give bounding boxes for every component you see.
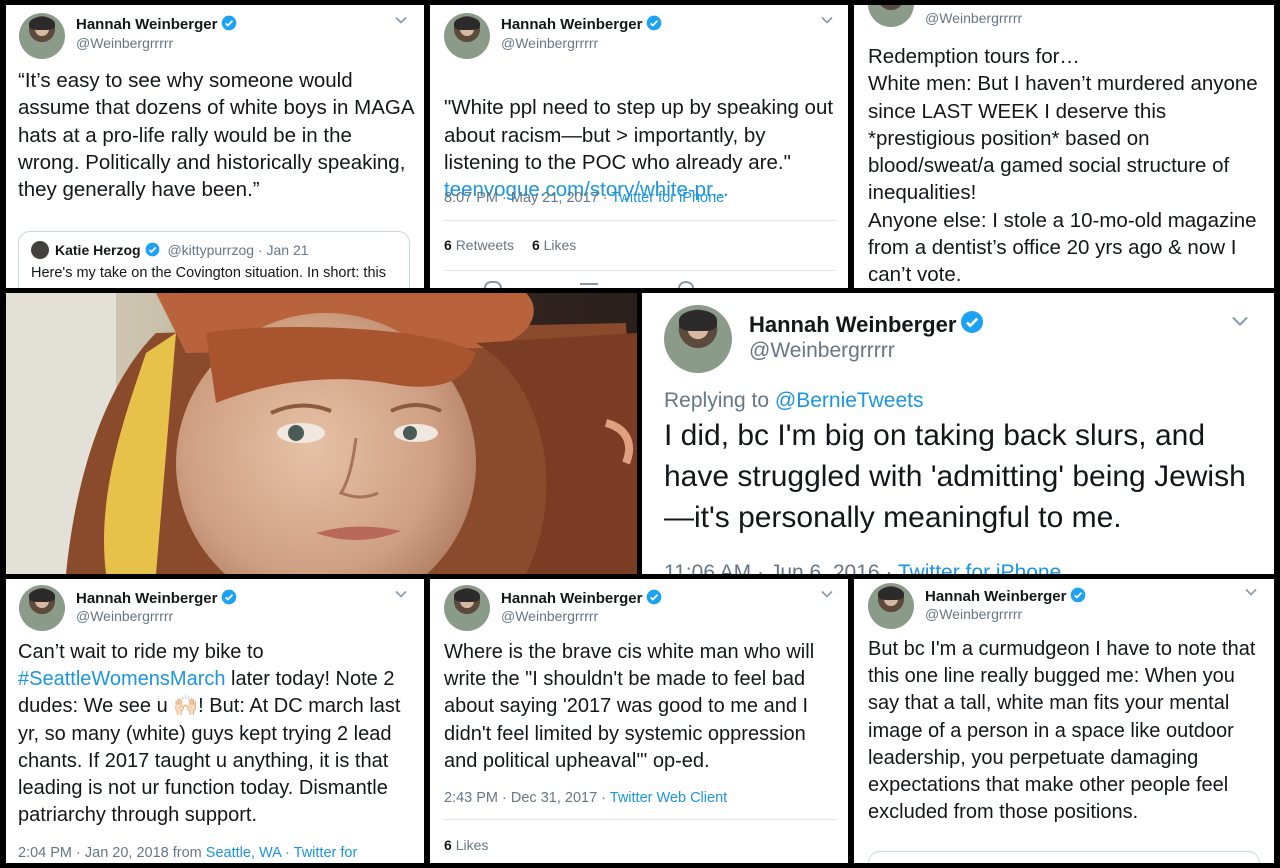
tweet-quote-text: "White ppl need to step up by speaking o… bbox=[444, 96, 834, 174]
quoted-author-name: Katie Herzog bbox=[55, 242, 141, 258]
quoted-avatar bbox=[31, 241, 49, 259]
retweets-count[interactable]: 6 bbox=[444, 237, 452, 253]
likes-count[interactable]: 6 bbox=[532, 237, 540, 253]
tweet-meta: 2:04 PM · Jan 20, 2018 from Seattle, WA … bbox=[18, 845, 357, 861]
author-handle[interactable]: @Weinbergrrrrr bbox=[501, 608, 598, 624]
verified-icon bbox=[647, 589, 662, 605]
verified-icon bbox=[1071, 587, 1086, 603]
avatar[interactable] bbox=[444, 13, 490, 59]
tweet-panel-4: Hannah Weinberger @Weinbergrrrrr Replyin… bbox=[642, 293, 1274, 574]
avatar[interactable] bbox=[868, 583, 914, 629]
verified-icon bbox=[961, 311, 984, 333]
avatar[interactable] bbox=[664, 305, 732, 373]
author-handle[interactable]: @Weinbergrrrrr bbox=[501, 35, 598, 51]
tweet-text: “It’s easy to see why someone would assu… bbox=[18, 69, 414, 202]
embedded-card[interactable] bbox=[868, 851, 1260, 863]
replying-prefix: Replying to bbox=[664, 389, 775, 412]
author-name[interactable]: Hannah Weinberger bbox=[749, 310, 984, 338]
like-icon[interactable] bbox=[678, 281, 694, 288]
tweet-panel-7: Hannah Weinberger @Weinbergrrrrr But bc … bbox=[854, 579, 1274, 863]
replying-to-link[interactable]: @BernieTweets bbox=[775, 389, 924, 412]
tweet-timestamp[interactable]: 11:06 AM · Jun 6, 2016 · bbox=[664, 561, 898, 574]
tweet-text: But bc I'm a curmudgeon I have to note t… bbox=[868, 638, 1256, 824]
tweet-meta: 2:43 PM · Dec 31, 2017 · Twitter Web Cli… bbox=[444, 790, 727, 806]
chevron-down-icon[interactable] bbox=[394, 13, 408, 32]
divider bbox=[444, 220, 836, 221]
portrait-illustration bbox=[6, 293, 637, 574]
chevron-down-icon[interactable] bbox=[820, 587, 834, 606]
author-name[interactable]: Hannah Weinberger bbox=[501, 15, 662, 33]
portrait-photo bbox=[6, 293, 637, 574]
author-name[interactable]: Hannah Weinberger bbox=[501, 589, 662, 607]
verified-icon bbox=[647, 15, 662, 31]
quoted-tweet[interactable]: Katie Herzog @kittypurrzog · Jan 21 Here… bbox=[18, 231, 410, 288]
avatar[interactable] bbox=[19, 585, 65, 631]
location-link[interactable]: Seattle, WA bbox=[206, 845, 281, 861]
chevron-down-icon[interactable] bbox=[1230, 311, 1250, 336]
tweet-timestamp[interactable]: 8:07 PM · May 21, 2017 · bbox=[444, 190, 611, 206]
tweet-timestamp[interactable]: 2:43 PM · Dec 31, 2017 · bbox=[444, 790, 610, 806]
tweet-panel-5: Hannah Weinberger @Weinbergrrrrr Can’t w… bbox=[6, 579, 424, 863]
tweet-meta: 8:07 PM · May 21, 2017 · Twitter for iPh… bbox=[444, 190, 724, 206]
tweet-text: Can’t wait to ride my bike to #SeattleWo… bbox=[18, 639, 418, 829]
tweet-source[interactable]: · Twitter for bbox=[281, 845, 357, 861]
author-handle[interactable]: @Weinbergrrrrr bbox=[925, 606, 1022, 622]
author-name[interactable]: Hannah Weinberger bbox=[76, 15, 237, 33]
author-handle[interactable]: @Weinbergrrrrr bbox=[925, 10, 1022, 26]
tweet-meta: 11:06 AM · Jun 6, 2016 · Twitter for iPh… bbox=[664, 561, 1061, 574]
likes-count[interactable]: 6 bbox=[444, 837, 452, 853]
tweet-panel-6: Hannah Weinberger @Weinbergrrrrr Where i… bbox=[430, 579, 848, 863]
author-handle[interactable]: @Weinbergrrrrr bbox=[749, 339, 895, 363]
tweet-timestamp[interactable]: 2:04 PM · Jan 20, 2018 from bbox=[18, 845, 206, 861]
tweet-panel-2: Hannah Weinberger @Weinbergrrrrr "White … bbox=[430, 5, 848, 288]
quoted-handle: @kittypurrzog bbox=[167, 242, 255, 258]
tweet-stats: 6 Retweets 6 Likes bbox=[444, 237, 576, 253]
hashtag-link[interactable]: #SeattleWomensMarch bbox=[18, 668, 226, 690]
tweet-text: Where is the brave cis white man who wil… bbox=[444, 641, 815, 772]
replying-to: Replying to @BernieTweets bbox=[664, 389, 923, 413]
reply-icon[interactable] bbox=[484, 281, 502, 288]
tweet-stats: 6 Likes bbox=[444, 837, 488, 853]
likes-label[interactable]: Likes bbox=[456, 837, 489, 853]
tweet-text-end: later today! Note 2 dudes: We see u 🙌🏻! … bbox=[18, 668, 401, 827]
avatar[interactable] bbox=[868, 5, 914, 27]
divider bbox=[444, 819, 836, 820]
divider bbox=[444, 270, 836, 271]
tweet-text: I did, bc I'm big on taking back slurs, … bbox=[664, 419, 1246, 534]
quoted-text: Here's my take on the Covington situatio… bbox=[31, 265, 386, 281]
quoted-date: · Jan 21 bbox=[257, 242, 309, 258]
author-handle[interactable]: @Weinbergrrrrr bbox=[76, 35, 173, 51]
chevron-down-icon[interactable] bbox=[1244, 585, 1258, 604]
tweet-panel-1: Hannah Weinberger @Weinbergrrrrr “It’s e… bbox=[6, 5, 424, 288]
avatar[interactable] bbox=[19, 13, 65, 59]
verified-icon bbox=[145, 242, 159, 257]
verified-icon bbox=[222, 589, 237, 605]
tweet-source[interactable]: Twitter for iPhone bbox=[898, 561, 1061, 574]
tweet-text-start: Can’t wait to ride my bike to bbox=[18, 641, 264, 663]
verified-icon bbox=[222, 15, 237, 31]
chevron-down-icon[interactable] bbox=[394, 587, 408, 606]
quoted-header: Katie Herzog @kittypurrzog · Jan 21 bbox=[55, 242, 309, 258]
author-name[interactable]: Hannah Weinberger bbox=[925, 587, 1086, 605]
tweet-source[interactable]: Twitter Web Client bbox=[610, 790, 727, 806]
tweet-panel-3: @Weinbergrrrrr Redemption tours for… Whi… bbox=[854, 5, 1274, 288]
retweets-label[interactable]: Retweets bbox=[456, 237, 514, 253]
author-name[interactable]: Hannah Weinberger bbox=[76, 589, 237, 607]
tweet-text: Redemption tours for… White men: But I h… bbox=[868, 45, 1258, 287]
tweet-source[interactable]: Twitter for iPhone bbox=[611, 190, 724, 206]
avatar[interactable] bbox=[444, 585, 490, 631]
author-handle[interactable]: @Weinbergrrrrr bbox=[76, 608, 173, 624]
chevron-down-icon[interactable] bbox=[820, 13, 834, 32]
likes-label[interactable]: Likes bbox=[544, 237, 577, 253]
tweet-text: "White ppl need to step up by speaking o… bbox=[444, 67, 840, 203]
retweet-icon[interactable] bbox=[580, 283, 598, 288]
